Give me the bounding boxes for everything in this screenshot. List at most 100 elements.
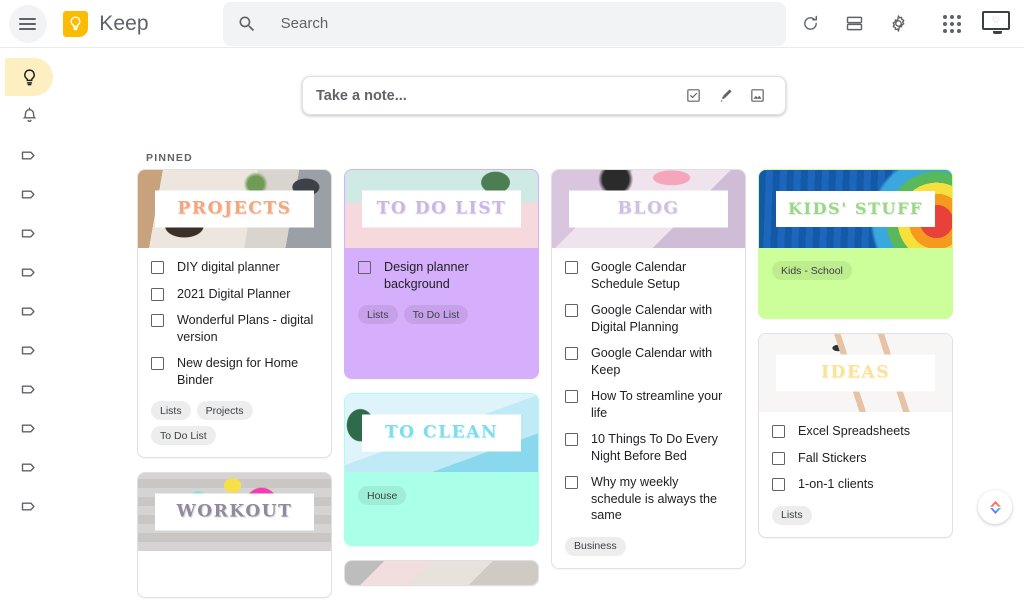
note-tag[interactable]: House [358,486,406,505]
note-card-projects[interactable]: PROJECTS DIY digital planner 2021 Digita… [137,169,332,458]
label-tag-icon [19,379,40,400]
checkbox[interactable] [772,478,785,491]
checklist-item[interactable]: Google Calendar with Digital Planning [565,302,732,335]
note-tag[interactable]: To Do List [404,305,469,324]
note-title: KIDS' STUFF [782,201,928,217]
note-tag[interactable]: Business [565,537,626,556]
sidebar-item-reminders[interactable] [5,97,53,135]
checkbox[interactable] [565,433,578,446]
take-a-note-placeholder[interactable]: Take a note... [316,88,407,104]
checkbox[interactable] [772,452,785,465]
note-tags: House [358,486,525,505]
note-title-band: WORKOUT [155,494,313,531]
search-icon [237,14,257,34]
pinned-section-label: PINNED [146,152,193,164]
label-tag-icon [19,418,40,439]
note-hero-image: TO DO LIST [345,170,538,248]
new-drawing-button[interactable] [710,81,740,111]
checklist-item[interactable]: Excel Spreadsheets [772,423,939,440]
topbar-actions: ♡ [786,4,1024,44]
checklist-item[interactable]: 1-on-1 clients [772,476,939,493]
checklist-item[interactable]: 10 Things To Do Every Night Before Bed [565,431,732,464]
checkbox[interactable] [565,304,578,317]
sidebar-item-label-6[interactable] [5,331,53,369]
sidebar-item-label-4[interactable] [5,253,53,291]
search-input[interactable] [281,15,721,32]
checklist-label: New design for Home Binder [177,355,318,388]
note-card-ideas[interactable]: IDEAS Excel Spreadsheets Fall Stickers 1… [758,333,953,538]
sidebar-item-label-1[interactable] [5,136,53,174]
note-card-partial[interactable] [344,560,539,586]
checklist-label: Design planner background [384,259,525,292]
checkbox[interactable] [151,357,164,370]
sidebar-item-label-5[interactable] [5,292,53,330]
sidebar-item-label-8[interactable] [5,409,53,447]
sidebar-item-label-7[interactable] [5,370,53,408]
note-tag[interactable]: Lists [772,506,812,525]
note-card-to-clean[interactable]: TO CLEAN House [344,393,539,546]
note-tag[interactable]: Lists [358,305,398,324]
checkbox[interactable] [358,261,371,274]
checklist-label: Google Calendar with Keep [591,345,732,378]
note-card-workout[interactable]: WORKOUT [137,472,332,598]
note-tag[interactable]: Kids - School [772,261,852,280]
note-hero-image: WORKOUT [138,473,331,551]
bell-icon [19,106,40,127]
note-body: House [345,472,538,545]
checkbox[interactable] [151,288,164,301]
checkbox[interactable] [565,347,578,360]
checklist-item[interactable]: DIY digital planner [151,259,318,276]
checklist-item[interactable]: Google Calendar with Keep [565,345,732,378]
google-apps-button[interactable] [932,4,972,44]
note-title-band: TO CLEAN [362,415,520,452]
checkbox[interactable] [772,425,785,438]
settings-button[interactable] [878,4,918,44]
checklist-label: Fall Stickers [798,450,867,467]
checklist-item[interactable]: Google Calendar Schedule Setup [565,259,732,292]
checklist-item[interactable]: 2021 Digital Planner [151,286,318,303]
sidebar-item-label-9[interactable] [5,448,53,486]
checkbox[interactable] [151,314,164,327]
note-card-kids-stuff[interactable]: KIDS' STUFF Kids - School [758,169,953,319]
sidebar-item-notes[interactable] [5,58,53,96]
sidebar-item-label-10[interactable] [5,487,53,525]
new-list-button[interactable] [678,81,708,111]
note-title-band: IDEAS [776,355,934,392]
lightbulb-icon [19,67,40,88]
refresh-button[interactable] [790,4,830,44]
note-hero-image: TO CLEAN [345,394,538,472]
new-image-note-button[interactable] [742,81,772,111]
take-a-note-bar[interactable]: Take a note... [302,76,786,115]
note-tag[interactable]: Projects [197,401,253,420]
checklist-item[interactable]: Design planner background [358,259,525,292]
note-tag[interactable]: Lists [151,401,191,420]
list-view-button[interactable] [834,4,874,44]
checkbox-list-icon [685,87,702,104]
image-icon [749,87,766,104]
checkbox[interactable] [565,476,578,489]
assistant-fab[interactable] [978,490,1012,524]
sidebar-item-label-3[interactable] [5,214,53,252]
monitor-stand [993,31,1002,34]
search-bar[interactable] [223,2,786,46]
checklist-item[interactable]: Fall Stickers [772,450,939,467]
note-body: Design planner background Lists To Do Li… [345,248,538,378]
note-hero-image: BLOG [552,170,745,248]
checklist-item[interactable]: How To streamline your life [565,388,732,421]
top-app-bar: Keep [0,0,1024,48]
main-menu-button[interactable] [9,5,47,43]
checkbox[interactable] [565,390,578,403]
note-tag[interactable]: To Do List [151,426,216,445]
sidebar-item-label-2[interactable] [5,175,53,213]
checkbox[interactable] [151,261,164,274]
note-hero-image: IDEAS [759,334,952,412]
checklist-item[interactable]: Wonderful Plans - digital version [151,312,318,345]
note-hero-image: KIDS' STUFF [759,170,952,248]
checklist-item[interactable]: Why my weekly schedule is always the sam… [565,474,732,524]
note-card-to-do-list[interactable]: TO DO LIST Design planner background Lis… [344,169,539,379]
checklist-item[interactable]: New design for Home Binder [151,355,318,388]
note-card-blog[interactable]: BLOG Google Calendar Schedule Setup Goog… [551,169,746,569]
checkbox[interactable] [565,261,578,274]
list-view-icon [844,13,865,34]
account-avatar[interactable]: ♡ [982,11,1012,37]
